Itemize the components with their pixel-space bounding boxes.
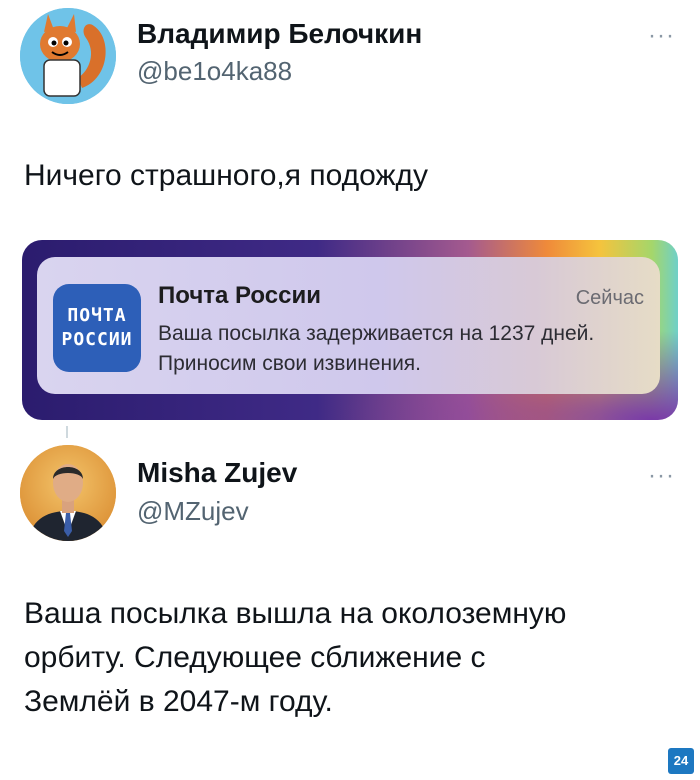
author-name[interactable]: Владимир Белочкин — [137, 18, 422, 50]
more-options-icon[interactable]: ··· — [648, 24, 675, 48]
notification-time: Сейчас — [575, 287, 644, 309]
author-name[interactable]: Misha Zujev — [137, 457, 297, 489]
watermark-badge: 24 — [668, 748, 694, 774]
notification-line: Приносим свои извинения. — [158, 352, 422, 375]
tweet-text-line: орбиту. Следующее сближение с — [24, 641, 486, 674]
notification-app-name: Почта России — [158, 282, 321, 309]
avatar[interactable] — [20, 8, 116, 104]
tweet-text-line: Ваша посылка вышла на околоземную — [24, 597, 567, 630]
author-handle[interactable]: @be1o4ka88 — [137, 56, 292, 87]
notification-body: Ваша посылка задерживается на 1237 дней.… — [158, 319, 648, 379]
squirrel-avatar-icon — [20, 8, 116, 104]
more-options-icon[interactable]: ··· — [648, 464, 675, 488]
tweet-text-line: Землёй в 2047-м году. — [24, 685, 333, 718]
avatar[interactable] — [20, 445, 116, 541]
tweet-text: Ваша посылка вышла на околоземную орбиту… — [24, 592, 684, 724]
russian-post-logo-icon: ПОЧТА РОССИИ — [53, 284, 141, 372]
tweet-media-image[interactable]: ПОЧТА РОССИИ Почта России Сейчас Ваша по… — [22, 240, 678, 420]
push-notification: ПОЧТА РОССИИ Почта России Сейчас Ваша по… — [37, 257, 660, 394]
author-handle[interactable]: @MZujev — [137, 496, 249, 527]
tweet-text: Ничего страшного,я подожду — [24, 159, 429, 192]
tweet: Misha Zujev @MZujev ··· Ваша посылка выш… — [0, 430, 700, 780]
person-avatar-icon — [20, 445, 116, 541]
notification-line: Ваша посылка задерживается на 1237 дней. — [158, 322, 595, 345]
tweet: Владимир Белочкин @be1o4ka88 ··· Ничего … — [0, 0, 700, 430]
